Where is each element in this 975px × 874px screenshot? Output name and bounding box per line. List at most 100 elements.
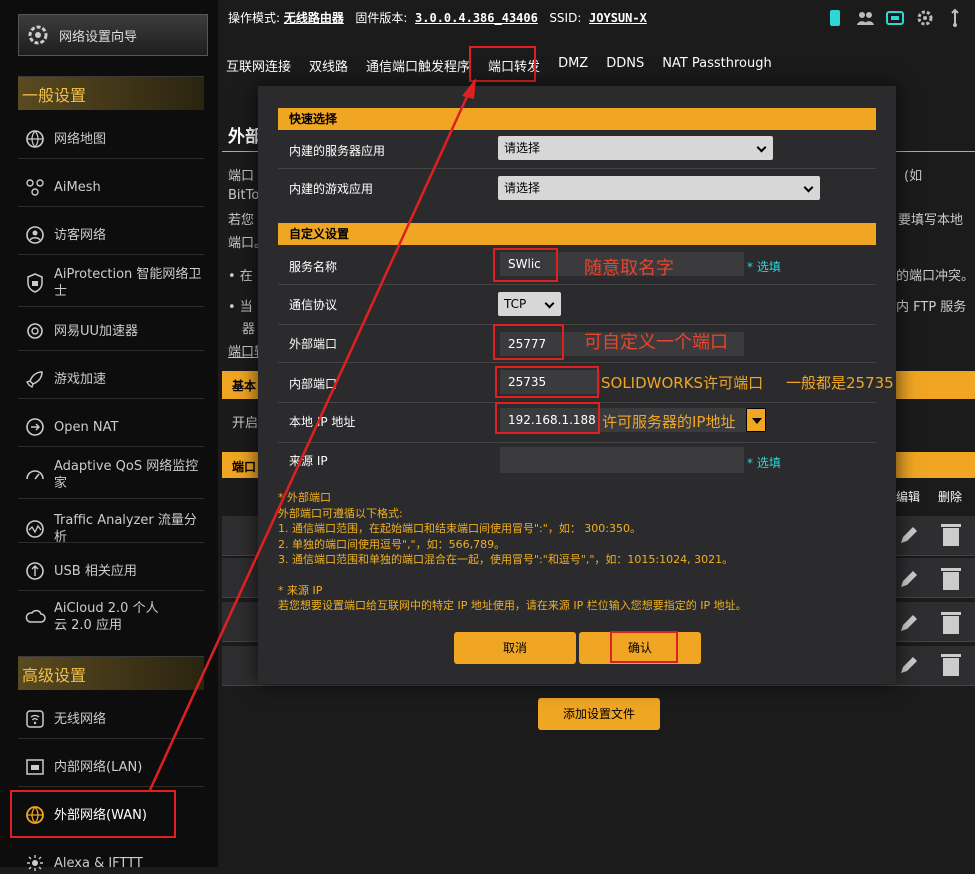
note-line: 1. 通信端口范围，在起始端口和结束端口间使用冒号":"，如： 300:350。 — [278, 522, 642, 535]
delete-trash-icon[interactable] — [940, 566, 962, 592]
edit-pencil-icon[interactable] — [898, 612, 918, 634]
note-line: * 外部端口 — [278, 491, 331, 504]
nav-label: 网易UU加速器 — [54, 323, 139, 339]
desc-bullet: • 当 — [228, 300, 253, 315]
delete-trash-icon[interactable] — [940, 652, 962, 678]
external-port-label: 外部端口 — [289, 337, 338, 351]
custom-settings-header: 自定义设置 — [278, 223, 876, 245]
edit-pencil-icon[interactable] — [898, 524, 918, 546]
delete-trash-icon[interactable] — [940, 610, 962, 636]
edit-pencil-icon[interactable] — [898, 568, 918, 590]
traffic-icon — [26, 520, 44, 538]
general-settings-header: 一般设置 — [18, 76, 204, 110]
add-profile-button[interactable]: 添加设置文件 — [538, 698, 660, 730]
nav-wireless[interactable]: 无线网络 — [18, 708, 208, 730]
server-app-label: 内建的服务器应用 — [289, 144, 386, 158]
server-app-select[interactable]: 请选择 — [498, 136, 773, 160]
nav-uu-accelerator[interactable]: 网易UU加速器 — [18, 320, 208, 342]
port-list-label: 端口 — [232, 460, 257, 474]
firmware-value[interactable]: 3.0.0.4.386_43406 — [415, 11, 538, 25]
divider — [18, 590, 204, 591]
edit-column-header: 编辑 — [896, 490, 921, 504]
cancel-button[interactable]: 取消 — [454, 632, 576, 664]
divider — [18, 206, 204, 207]
mode-value[interactable]: 无线路由器 — [284, 11, 344, 25]
nav-label: 内部网络(LAN) — [54, 759, 143, 775]
enable-label: 开启 — [232, 416, 259, 431]
optional-link[interactable]: * 选填 — [747, 258, 781, 275]
status-bar: 操作模式: 无线路由器 固件版本: 3.0.0.4.386_43406 SSID… — [228, 9, 647, 26]
nav-network-map[interactable]: 网络地图 — [18, 128, 208, 150]
note-line: 若您想要设置端口给互联网中的特定 IP 地址使用，请在来源 IP 栏位输入您想要… — [278, 599, 747, 612]
divider — [278, 442, 876, 443]
network-status-icon[interactable] — [885, 8, 905, 28]
nav-traffic-analyzer[interactable]: Traffic Analyzer 流量分析 — [18, 512, 208, 546]
nav-game-boost[interactable]: 游戏加速 — [18, 368, 208, 390]
tab-dual-wan[interactable]: 双线路 — [309, 56, 348, 75]
wizard-label: 网络设置向导 — [59, 29, 138, 45]
nav-adaptive-qos[interactable]: Adaptive QoS 网络监控家 — [18, 458, 208, 492]
desc-line: 器 — [242, 322, 256, 337]
network-setup-wizard-button[interactable]: 网络设置向导 — [18, 14, 208, 56]
game-app-select[interactable]: 请选择 — [498, 176, 820, 200]
nav-guest-network[interactable]: 访客网络 — [18, 224, 208, 246]
usb-status-icon[interactable] — [945, 8, 965, 28]
app-icon[interactable] — [825, 8, 845, 28]
nav-aimesh[interactable]: AiMesh — [18, 176, 208, 198]
local-ip-dropdown-button[interactable] — [746, 408, 766, 432]
tab-dmz[interactable]: DMZ — [558, 56, 588, 75]
nav-alexa[interactable]: Alexa & IFTTT — [18, 852, 208, 874]
divider — [278, 168, 876, 169]
internal-port-hint-annotation-2: 一般都是25735 — [786, 374, 894, 392]
delete-column-header: 删除 — [938, 490, 963, 504]
ip-hint-annotation: 许可服务器的IP地址 — [602, 413, 736, 431]
basic-config-label: 基本 — [232, 379, 257, 393]
quick-select-header: 快速选择 — [278, 108, 876, 130]
clients-icon[interactable] — [855, 8, 875, 28]
tab-nat-passthrough[interactable]: NAT Passthrough — [662, 56, 772, 75]
desc-bullet: 的端口冲突。 — [896, 269, 975, 284]
nat-icon — [26, 418, 44, 436]
desc-bullet: • 在 — [228, 269, 253, 284]
nav-label: Alexa & IFTTT — [54, 855, 143, 871]
note-line: * 来源 IP — [278, 583, 323, 597]
uu-icon — [27, 323, 43, 339]
advanced-settings-header: 高级设置 — [18, 656, 204, 690]
nav-lan[interactable]: 内部网络(LAN) — [18, 756, 208, 778]
nav-usb-apps[interactable]: USB 相关应用 — [18, 560, 208, 582]
tab-port-trigger[interactable]: 通信端口触发程序 — [366, 56, 470, 75]
mesh-icon — [26, 179, 44, 196]
ssid-label: SSID: — [549, 11, 582, 25]
rocket-icon — [25, 371, 43, 389]
wan-highlight-box — [10, 790, 176, 838]
divider — [18, 738, 204, 739]
tab-ddns[interactable]: DDNS — [606, 56, 644, 75]
nav-label: 游戏加速 — [54, 371, 107, 387]
guest-icon — [26, 226, 44, 244]
divider — [18, 158, 204, 159]
nav-label: USB 相关应用 — [54, 563, 137, 579]
divider — [278, 284, 876, 285]
divider — [18, 254, 204, 255]
edit-pencil-icon[interactable] — [898, 654, 918, 676]
ssid-value[interactable]: JOYSUN-X — [589, 11, 647, 25]
nav-label: 无线网络 — [54, 711, 107, 727]
nav-label: Adaptive QoS 网络监控家 — [54, 459, 199, 491]
delete-trash-icon[interactable] — [940, 522, 962, 548]
alexa-icon — [27, 855, 43, 871]
protocol-select[interactable]: TCP — [498, 292, 561, 316]
desc-line: 若您 — [228, 213, 255, 228]
tab-internet[interactable]: 互联网连接 — [226, 56, 291, 75]
nav-open-nat[interactable]: Open NAT — [18, 416, 208, 438]
settings-gear-icon[interactable] — [915, 8, 935, 28]
wizard-gear-icon — [28, 25, 48, 45]
divider — [18, 350, 204, 351]
optional-link[interactable]: * 选填 — [747, 454, 781, 471]
sidebar: 网络设置向导 一般设置 网络地图 AiMesh 访客网络 AiProtectio… — [0, 0, 218, 871]
nav-aiprotection[interactable]: AiProtection 智能网络卫士 — [18, 266, 208, 300]
firmware-label: 固件版本: — [355, 11, 408, 25]
desc-line: (如 — [904, 169, 923, 184]
port-forward-tab-highlight — [469, 46, 536, 82]
source-ip-input[interactable] — [500, 447, 744, 473]
nav-aicloud[interactable]: AiCloud 2.0 个人云 2.0 应用 — [18, 600, 208, 634]
